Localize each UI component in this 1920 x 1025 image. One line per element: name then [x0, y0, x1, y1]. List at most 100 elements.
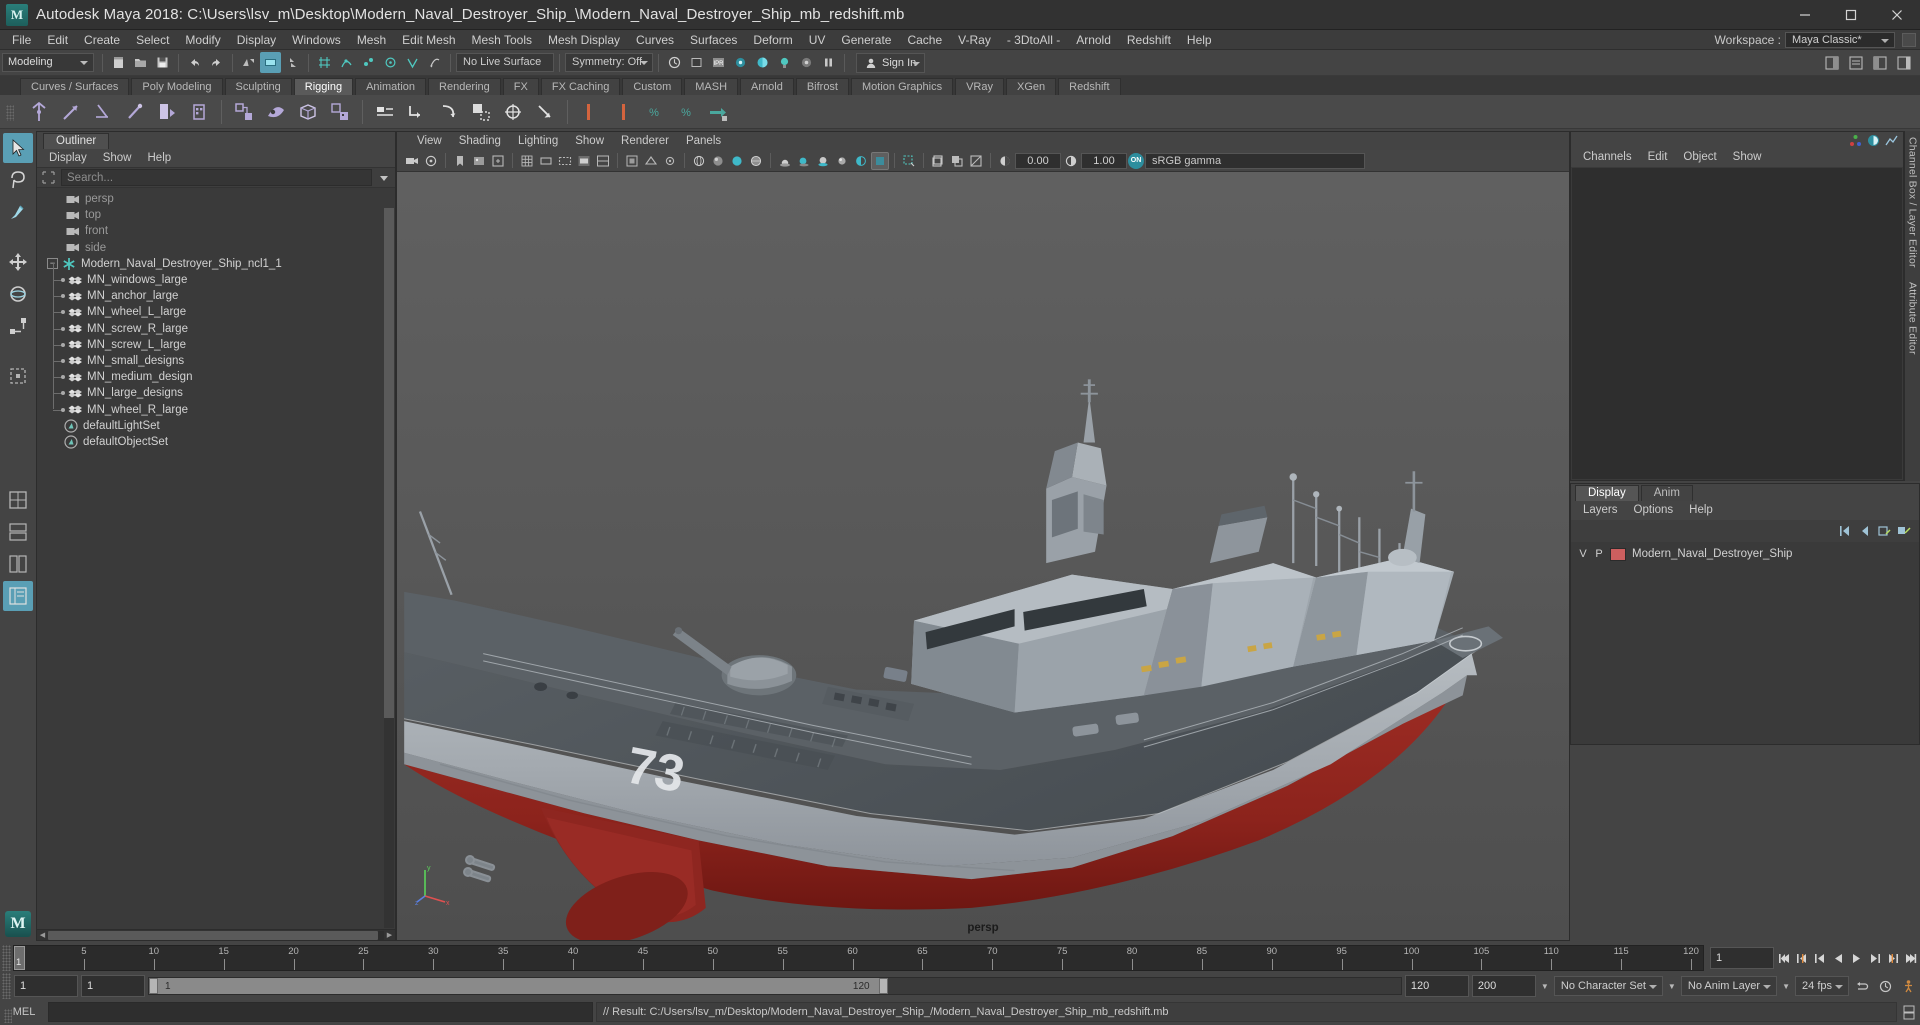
paint-skin-weights-icon[interactable] [184, 97, 214, 127]
search-dropdown-icon[interactable] [377, 169, 391, 186]
step-forward-frame-icon[interactable] [1866, 947, 1882, 969]
smooth-shade-all-icon[interactable] [709, 152, 727, 170]
shadows-icon[interactable] [852, 152, 870, 170]
channel-control-icon[interactable] [1867, 134, 1880, 147]
show-manip-tool-icon[interactable] [1849, 134, 1862, 147]
layer-menu-options[interactable]: Options [1626, 502, 1682, 519]
character-set-select[interactable]: No Character Set [1553, 976, 1663, 996]
outliner-horizontal-scrollbar[interactable]: ◀ ▶ [37, 929, 395, 940]
outliner-item-front[interactable]: front [37, 223, 395, 239]
channel-box-attribute-list[interactable] [1572, 168, 1902, 479]
gate-mask-icon[interactable] [575, 152, 593, 170]
gamma-icon[interactable] [1062, 152, 1080, 170]
range-handle-left[interactable] [149, 978, 158, 994]
menu-cache[interactable]: Cache [899, 30, 950, 50]
outliner-item-persp[interactable]: persp [37, 191, 395, 207]
tab-display-layers[interactable]: Display [1575, 485, 1639, 501]
render-sequence-icon[interactable] [796, 52, 817, 73]
menu-modify[interactable]: Modify [177, 30, 228, 50]
layout-persp-outliner-icon[interactable] [3, 549, 33, 579]
mirror-joint-right-icon[interactable] [607, 97, 637, 127]
outliner-item-mn-screw-r-large[interactable]: MN_screw_R_large [37, 321, 395, 337]
history-icon[interactable] [664, 52, 685, 73]
menu-windows[interactable]: Windows [284, 30, 349, 50]
channel-menu-show[interactable]: Show [1725, 149, 1770, 166]
close-button[interactable] [1874, 0, 1920, 30]
hscroll-left-arrow-icon[interactable]: ◀ [37, 930, 48, 941]
new-scene-icon[interactable] [108, 52, 129, 73]
viewport-menu-panels[interactable]: Panels [678, 133, 729, 150]
sign-in-button[interactable]: Sign In [856, 52, 926, 73]
hscroll-right-arrow-icon[interactable]: ▶ [384, 930, 395, 941]
light-editor-icon[interactable] [774, 52, 795, 73]
color-profile-select[interactable]: sRGB gamma [1145, 152, 1365, 169]
create-deformer-set-icon[interactable] [229, 97, 259, 127]
quick-rig-icon[interactable]: % [639, 97, 669, 127]
minimize-button[interactable] [1782, 0, 1828, 30]
layer-visibility-toggle[interactable]: V [1575, 548, 1591, 560]
channel-menu-edit[interactable]: Edit [1640, 149, 1676, 166]
vtab-channel-box-layer-editor[interactable]: Channel Box / Layer Editor [1907, 137, 1919, 268]
menu-generate[interactable]: Generate [833, 30, 899, 50]
move-tool-icon[interactable] [3, 247, 33, 277]
viewport-menu-show[interactable]: Show [567, 133, 612, 150]
time-slider-track[interactable]: 1 5 10 15 20 25 30 35 40 45 50 55 60 65 70 75 80 85 90 95 1… [13, 945, 1704, 971]
layout-two-panes-icon[interactable] [3, 517, 33, 547]
step-forward-key-icon[interactable] [1884, 947, 1900, 969]
resolution-gate-icon[interactable] [556, 152, 574, 170]
select-by-hierarchy-icon[interactable] [238, 52, 259, 73]
viewport-settings-icon[interactable] [967, 152, 985, 170]
lighting-mode-icon[interactable] [833, 152, 851, 170]
outliner-item-mn-large-designs[interactable]: MN_large_designs [37, 385, 395, 401]
outliner-tree[interactable]: persp top front side −Modern_Naval_Destroyer… [37, 188, 395, 929]
aim-constraint-icon[interactable] [498, 97, 528, 127]
menu-v-ray[interactable]: V-Ray [950, 30, 999, 50]
step-back-key-icon[interactable] [1794, 947, 1810, 969]
bookmark-icon[interactable] [451, 152, 469, 170]
outliner-item-defaultobjectset[interactable]: defaultObjectSet [37, 434, 395, 450]
viewport-menu-shading[interactable]: Shading [451, 133, 509, 150]
outliner-item-side[interactable]: side [37, 240, 395, 256]
shelf-tab-rigging[interactable]: Rigging [293, 78, 354, 95]
shelf-tab-vray[interactable]: VRay [955, 78, 1004, 95]
toggle-modeling-toolkit-icon[interactable] [1821, 52, 1842, 73]
xray-icon[interactable] [642, 152, 660, 170]
smooth-shade-selected-icon[interactable] [728, 152, 746, 170]
shelf-tab-curves-surfaces[interactable]: Curves / Surfaces [20, 78, 130, 95]
select-tool-icon[interactable] [3, 133, 33, 163]
toggle-channel-box-icon[interactable] [1893, 52, 1914, 73]
open-scene-icon[interactable] [130, 52, 151, 73]
outliner-menu-show[interactable]: Show [96, 150, 139, 167]
snap-to-view-plane-icon[interactable] [402, 52, 423, 73]
make-live-icon[interactable] [424, 52, 445, 73]
shelf-tab-arnold[interactable]: Arnold [740, 78, 794, 95]
viewport-menu-view[interactable]: View [409, 133, 450, 150]
live-surface-field[interactable]: No Live Surface [456, 53, 554, 72]
ao-screen-space-icon[interactable] [871, 151, 889, 170]
use-default-material-icon[interactable] [776, 152, 794, 170]
ipr-render-icon[interactable]: IPR [708, 52, 729, 73]
hscroll-thumb[interactable] [48, 930, 378, 940]
3d-viewport[interactable]: 73 y x z persp [397, 172, 1569, 940]
gamma-field[interactable]: 1.00 [1081, 152, 1127, 169]
toggle-attribute-editor-icon[interactable] [1845, 52, 1866, 73]
shelf-tab-motion-graphics[interactable]: Motion Graphics [851, 78, 954, 95]
menu-set-select[interactable]: Modeling [2, 53, 94, 72]
select-by-object-type-icon[interactable] [260, 52, 281, 73]
shelf-tab-grip[interactable] [4, 1009, 12, 1023]
outliner-item-mn-wheel-l-large[interactable]: MN_wheel_L_large [37, 304, 395, 320]
hscroll-track[interactable] [48, 930, 384, 940]
outliner-menu-display[interactable]: Display [42, 150, 94, 167]
snap-to-point-icon[interactable] [358, 52, 379, 73]
exposure-field[interactable]: 0.00 [1015, 152, 1061, 169]
shelf-tab-animation[interactable]: Animation [355, 78, 427, 95]
viewport-menu-lighting[interactable]: Lighting [510, 133, 566, 150]
layer-color-swatch[interactable] [1610, 547, 1626, 561]
menu-curves[interactable]: Curves [628, 30, 682, 50]
menu-display[interactable]: Display [229, 30, 284, 50]
menu-uv[interactable]: UV [801, 30, 834, 50]
menu-deform[interactable]: Deform [745, 30, 800, 50]
snap-to-projected-center-icon[interactable] [380, 52, 401, 73]
layer-new-icon[interactable] [1877, 525, 1891, 537]
layer-prev-icon[interactable] [1857, 525, 1871, 537]
